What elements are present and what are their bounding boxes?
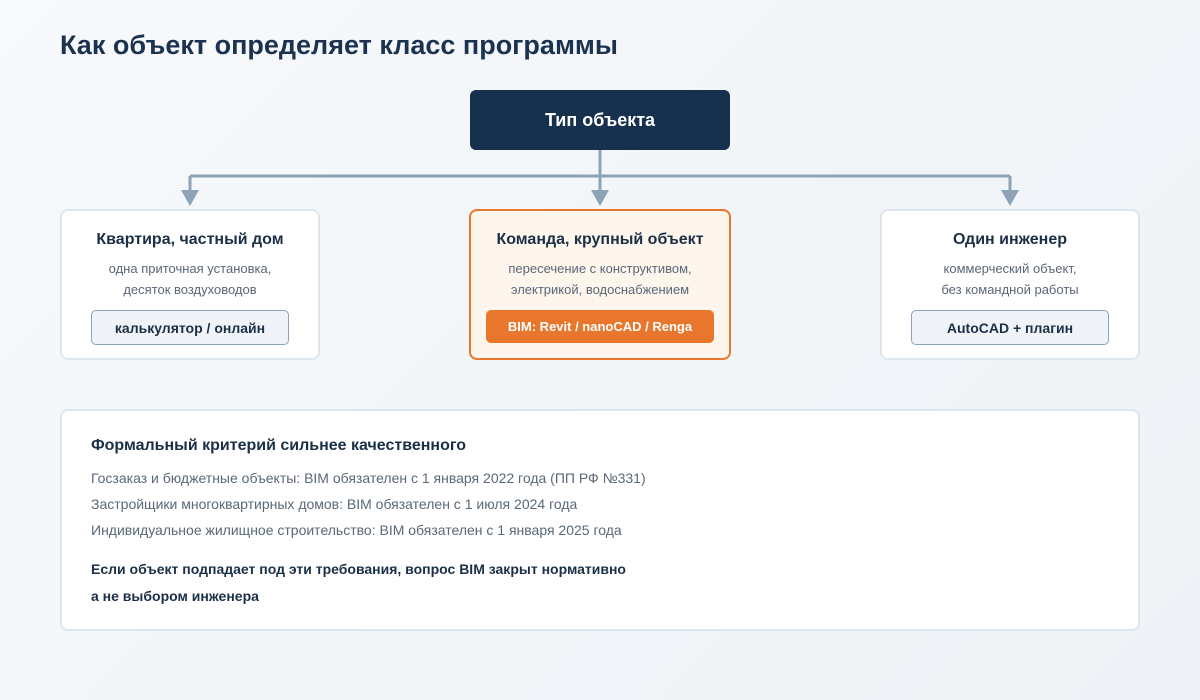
page-title: Как объект определяет класс программы [60, 30, 618, 60]
arrowhead-right [1001, 190, 1019, 206]
card-description: пересечение с конструктивом, электрикой,… [471, 258, 729, 300]
card-description-line: пересечение с конструктивом, [508, 261, 692, 276]
card-description: коммерческий объект, без командной работ… [882, 258, 1138, 300]
card-title: Квартира, частный дом [96, 231, 284, 248]
card-title: Команда, крупный объект [496, 231, 704, 248]
arrowhead-center [591, 190, 609, 206]
criteria-note: Если объект подпадает под эти требования… [91, 556, 626, 610]
card-apartment-house: Квартира, частный дом одна приточная уст… [60, 209, 320, 360]
criteria-note-line: а не выбором инженера [91, 588, 259, 604]
criteria-item: Застройщики многоквартирных домов: BIM о… [91, 496, 578, 512]
card-description-line: коммерческий объект, [943, 261, 1077, 276]
arrowhead-left [181, 190, 199, 206]
card-description: одна приточная установка, десяток воздух… [62, 258, 318, 300]
criteria-panel: Формальный критерий сильнее качественног… [60, 409, 1140, 631]
card-description-line: десяток воздуховодов [123, 282, 257, 297]
card-tag-autocad: AutoCAD + плагин [911, 310, 1109, 345]
card-tag-bim: BIM: Revit / nanoCAD / Renga [486, 310, 714, 343]
criteria-list: Госзаказ и бюджетные объекты: BIM обязат… [91, 468, 646, 546]
root-node-label: Тип объекта [544, 109, 656, 130]
card-team-large-object: Команда, крупный объект пересечение с ко… [469, 209, 731, 360]
card-description-line: электрикой, водоснабжением [510, 282, 690, 297]
root-node-object-type: Тип объекта [470, 90, 730, 150]
card-title: Один инженер [952, 231, 1067, 248]
criteria-item: Индивидуальное жилищное строительство: B… [91, 522, 622, 538]
card-description-line: без командной работы [941, 282, 1079, 297]
card-description-line: одна приточная установка, [108, 261, 272, 276]
criteria-title: Формальный критерий сильнее качественног… [91, 437, 467, 454]
card-single-engineer: Один инженер коммерческий объект, без ко… [880, 209, 1140, 360]
card-tag-calculator: калькулятор / онлайн [91, 310, 289, 345]
criteria-item: Госзаказ и бюджетные объекты: BIM обязат… [91, 470, 646, 486]
criteria-note-line: Если объект подпадает под эти требования… [91, 561, 626, 577]
